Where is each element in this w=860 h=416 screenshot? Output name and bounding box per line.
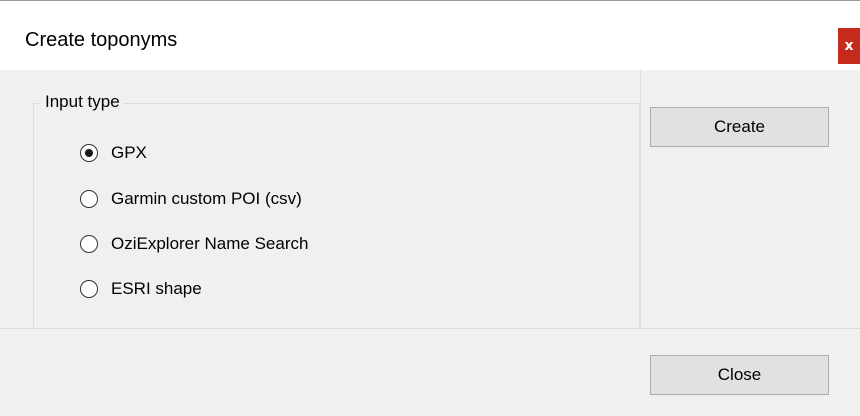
radio-gpx[interactable]: GPX <box>80 140 147 166</box>
radio-label-oziexplorer-name-search: OziExplorer Name Search <box>111 234 309 253</box>
radio-oziexplorer-name-search[interactable]: OziExplorer Name Search <box>80 231 308 257</box>
title-bar: Create toponyms x <box>0 0 860 70</box>
radio-label-gpx: GPX <box>111 143 147 162</box>
radio-esri-shape[interactable]: ESRI shape <box>80 276 202 302</box>
input-type-legend: Input type <box>41 92 124 112</box>
close-window-icon[interactable]: x <box>838 28 860 64</box>
radio-unselected-icon <box>80 235 98 253</box>
window-title: Create toponyms <box>25 29 178 51</box>
close-button[interactable]: Close <box>650 355 829 395</box>
radio-label-garmin-custom-poi: Garmin custom POI (csv) <box>111 189 302 208</box>
vertical-divider <box>640 70 641 328</box>
create-toponyms-dialog: Create toponyms x Input type GPX Garmin … <box>0 0 860 416</box>
radio-unselected-icon <box>80 280 98 298</box>
radio-unselected-icon <box>80 190 98 208</box>
horizontal-divider <box>0 328 860 329</box>
radio-garmin-custom-poi[interactable]: Garmin custom POI (csv) <box>80 186 302 212</box>
radio-label-esri-shape: ESRI shape <box>111 279 202 298</box>
radio-selected-icon <box>80 144 98 162</box>
create-button[interactable]: Create <box>650 107 829 147</box>
